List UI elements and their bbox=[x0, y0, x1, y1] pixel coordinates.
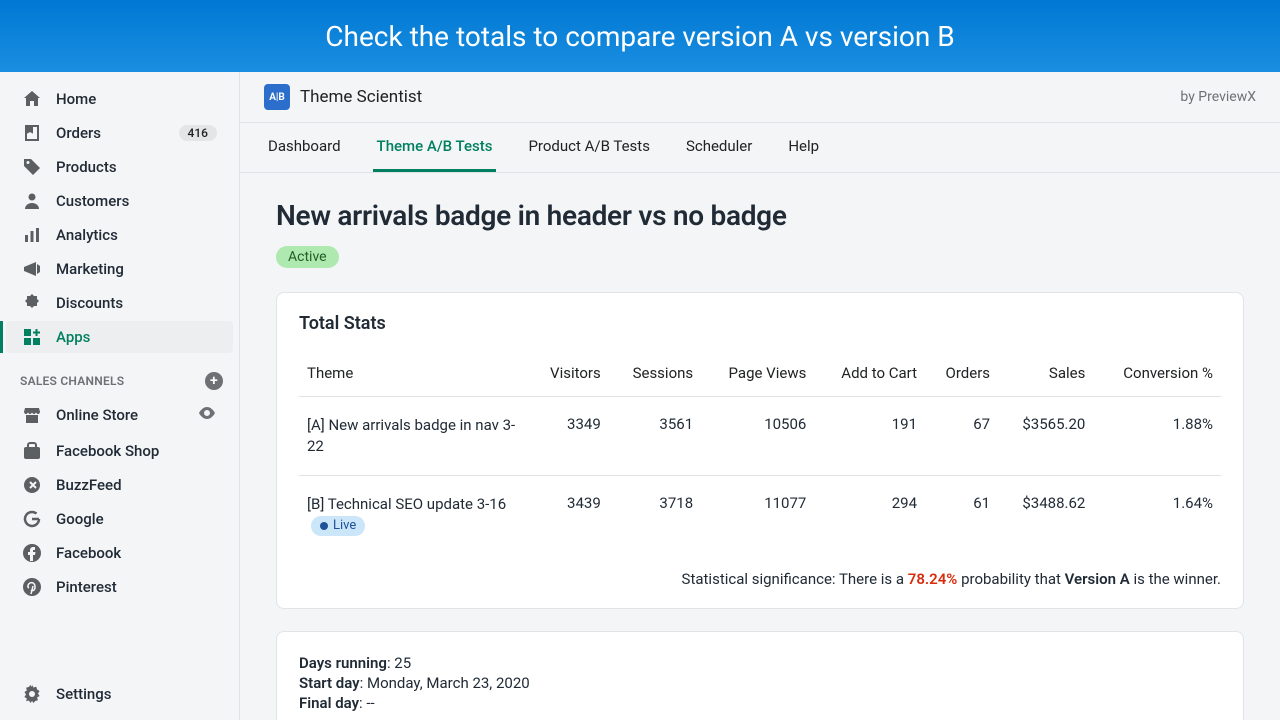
nav-apps[interactable]: Apps bbox=[6, 321, 233, 353]
cell-atc: 294 bbox=[814, 476, 925, 555]
google-icon bbox=[22, 509, 42, 529]
tab-help[interactable]: Help bbox=[784, 123, 823, 172]
discount-icon bbox=[22, 293, 42, 313]
tab-theme-ab-tests[interactable]: Theme A/B Tests bbox=[373, 123, 497, 172]
channel-facebook-shop[interactable]: Facebook Shop bbox=[6, 435, 233, 467]
cell-sessions: 3561 bbox=[609, 397, 701, 476]
orders-badge: 416 bbox=[179, 125, 217, 141]
meta-final: Final day: -- bbox=[299, 694, 1221, 712]
main-content: A|B Theme Scientist by PreviewX Dashboar… bbox=[240, 72, 1280, 720]
meta-start: Start day: Monday, March 23, 2020 bbox=[299, 674, 1221, 692]
significance-text: Statistical significance: There is a 78.… bbox=[299, 554, 1221, 588]
cell-sessions: 3718 bbox=[609, 476, 701, 555]
cell-conversion: 1.88% bbox=[1093, 397, 1221, 476]
app-title: Theme Scientist bbox=[300, 87, 422, 107]
nav-label: Discounts bbox=[56, 294, 123, 312]
nav-products[interactable]: Products bbox=[6, 151, 233, 183]
nav-label: Pinterest bbox=[56, 578, 117, 596]
add-channel-button[interactable]: + bbox=[205, 372, 223, 390]
cell-orders: 67 bbox=[925, 397, 998, 476]
col-visitors: Visitors bbox=[528, 354, 609, 397]
gear-icon bbox=[22, 684, 42, 704]
apps-icon bbox=[22, 327, 42, 347]
store-icon bbox=[22, 405, 42, 425]
total-stats-card: Total Stats Theme Visitors Sessions Page… bbox=[276, 292, 1244, 609]
channel-buzzfeed[interactable]: BuzzFeed bbox=[6, 469, 233, 501]
person-icon bbox=[22, 191, 42, 211]
nav-home[interactable]: Home bbox=[6, 83, 233, 115]
nav-label: Facebook bbox=[56, 544, 121, 562]
tab-scheduler[interactable]: Scheduler bbox=[682, 123, 756, 172]
channel-google[interactable]: Google bbox=[6, 503, 233, 535]
eye-icon[interactable] bbox=[197, 403, 217, 427]
cell-sales: $3488.62 bbox=[998, 476, 1093, 555]
cell-conversion: 1.64% bbox=[1093, 476, 1221, 555]
col-atc: Add to Cart bbox=[814, 354, 925, 397]
nav-label: Marketing bbox=[56, 260, 124, 278]
nav-customers[interactable]: Customers bbox=[6, 185, 233, 217]
cell-pageviews: 10506 bbox=[701, 397, 814, 476]
orders-icon bbox=[22, 123, 42, 143]
stats-table: Theme Visitors Sessions Page Views Add t… bbox=[299, 354, 1221, 554]
app-logo-icon: A|B bbox=[264, 84, 290, 110]
tab-bar: Dashboard Theme A/B Tests Product A/B Te… bbox=[240, 123, 1280, 173]
sales-channels-header: SALES CHANNELS + bbox=[0, 354, 239, 396]
cell-pageviews: 11077 bbox=[701, 476, 814, 555]
col-sessions: Sessions bbox=[609, 354, 701, 397]
col-orders: Orders bbox=[925, 354, 998, 397]
home-icon bbox=[22, 89, 42, 109]
pinterest-icon bbox=[22, 577, 42, 597]
cell-visitors: 3349 bbox=[528, 397, 609, 476]
sidebar: Home Orders 416 Products Customers Analy… bbox=[0, 72, 240, 720]
promo-banner: Check the totals to compare version A vs… bbox=[0, 0, 1280, 72]
nav-label: Settings bbox=[56, 685, 112, 703]
facebook-shop-icon bbox=[22, 441, 42, 461]
cell-theme: [B] Technical SEO update 3-16 bbox=[307, 495, 506, 513]
test-meta-card: Days running: 25 Start day: Monday, Marc… bbox=[276, 631, 1244, 720]
channel-online-store[interactable]: Online Store bbox=[6, 397, 233, 433]
cell-orders: 61 bbox=[925, 476, 998, 555]
cell-atc: 191 bbox=[814, 397, 925, 476]
megaphone-icon bbox=[22, 259, 42, 279]
facebook-icon bbox=[22, 543, 42, 563]
nav-label: Home bbox=[56, 90, 96, 108]
nav-label: Products bbox=[56, 158, 117, 176]
tag-icon bbox=[22, 157, 42, 177]
tab-dashboard[interactable]: Dashboard bbox=[264, 123, 345, 172]
nav-discounts[interactable]: Discounts bbox=[6, 287, 233, 319]
status-badge: Active bbox=[276, 246, 339, 268]
analytics-icon bbox=[22, 225, 42, 245]
nav-label: BuzzFeed bbox=[56, 476, 122, 494]
meta-days: Days running: 25 bbox=[299, 654, 1221, 672]
nav-label: Customers bbox=[56, 192, 129, 210]
tab-product-ab-tests[interactable]: Product A/B Tests bbox=[524, 123, 653, 172]
app-header: A|B Theme Scientist by PreviewX bbox=[240, 72, 1280, 123]
nav-label: Facebook Shop bbox=[56, 442, 159, 460]
cell-theme: [A] New arrivals badge in nav 3-22 bbox=[307, 416, 515, 455]
nav-label: Online Store bbox=[56, 406, 138, 424]
stats-heading: Total Stats bbox=[299, 313, 1221, 334]
nav-marketing[interactable]: Marketing bbox=[6, 253, 233, 285]
col-sales: Sales bbox=[998, 354, 1093, 397]
col-conversion: Conversion % bbox=[1093, 354, 1221, 397]
cell-sales: $3565.20 bbox=[998, 397, 1093, 476]
table-row: [A] New arrivals badge in nav 3-22 3349 … bbox=[299, 397, 1221, 476]
nav-label: Google bbox=[56, 510, 104, 528]
nav-label: Orders bbox=[56, 124, 101, 142]
col-pageviews: Page Views bbox=[701, 354, 814, 397]
col-theme: Theme bbox=[299, 354, 528, 397]
live-badge: Live bbox=[311, 516, 365, 536]
nav-orders[interactable]: Orders 416 bbox=[6, 117, 233, 149]
nav-settings[interactable]: Settings bbox=[6, 678, 233, 710]
table-row: [B] Technical SEO update 3-16 Live 3439 … bbox=[299, 476, 1221, 555]
nav-analytics[interactable]: Analytics bbox=[6, 219, 233, 251]
nav-label: Analytics bbox=[56, 226, 118, 244]
cell-visitors: 3439 bbox=[528, 476, 609, 555]
app-author: by PreviewX bbox=[1180, 89, 1256, 105]
channel-facebook[interactable]: Facebook bbox=[6, 537, 233, 569]
channel-pinterest[interactable]: Pinterest bbox=[6, 571, 233, 603]
nav-label: Apps bbox=[56, 328, 90, 346]
page-title: New arrivals badge in header vs no badge bbox=[276, 199, 1244, 232]
buzzfeed-icon bbox=[22, 475, 42, 495]
